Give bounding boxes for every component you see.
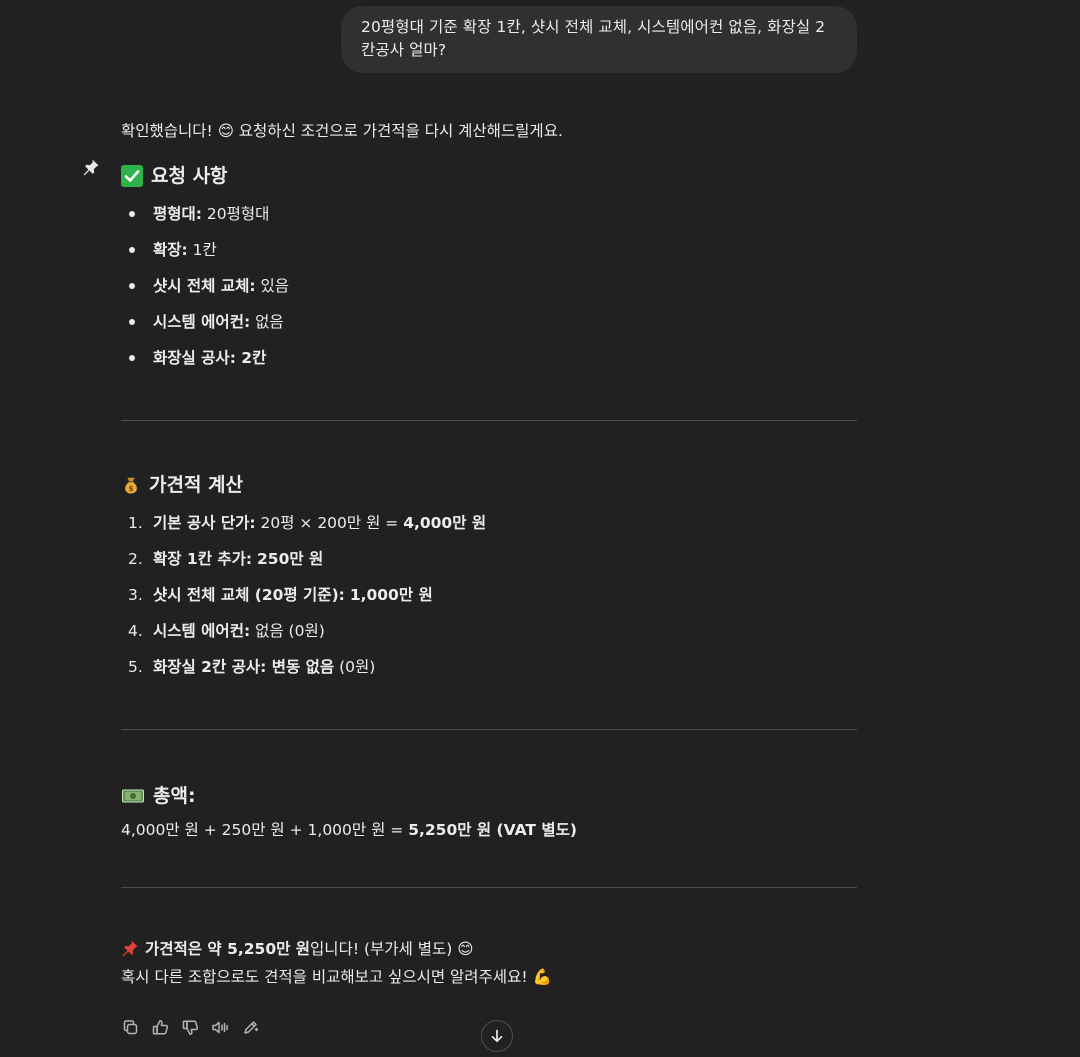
item-value: 1칸 (187, 241, 217, 259)
item-number: 2. (128, 550, 143, 568)
item-label: 시스템 에어컨: (153, 622, 251, 640)
estimate-heading: $ 가견적 계산 (121, 471, 857, 499)
closing-rest: 입니다! (부가세 별도) 😊 (310, 940, 474, 958)
list-item: 5. 화장실 2칸 공사: 변동 없음 (0원) (121, 649, 857, 685)
list-item: 시스템 에어컨: 없음 (121, 304, 857, 340)
money-bag-icon: $ (125, 477, 137, 494)
speaker-icon (212, 1021, 228, 1033)
list-item: 1. 기본 공사 단가: 20평 × 200만 원 = 4,000만 원 (121, 505, 857, 541)
thumbs-down-icon (182, 1019, 198, 1035)
item-label: 확장: (153, 241, 188, 259)
item-number: 4. (128, 622, 143, 640)
list-item: 3. 샷시 전체 교체 (20평 기준): 1,000만 원 (121, 577, 857, 613)
arrow-down-icon (491, 1029, 503, 1043)
item-amount: 4,000만 원 (403, 514, 487, 532)
item-label: 화장실 공사: (153, 349, 236, 367)
item-label: 확장 1칸 추가: (153, 550, 253, 568)
scroll-down-button[interactable] (481, 1020, 513, 1052)
item-value: 2칸 (235, 349, 267, 367)
total-heading-text: 총액: (153, 785, 196, 807)
list-item: 확장: 1칸 (121, 232, 857, 268)
item-value: 없음 (250, 313, 284, 331)
total-amount: 5,250만 원 (VAT 별도) (408, 821, 577, 839)
list-item: 화장실 공사: 2칸 (121, 340, 857, 376)
assistant-message: 확인했습니다! 😊 요청하신 조건으로 가견적을 다시 계산해드릴게요. 요청 … (121, 116, 857, 991)
item-value: 있음 (255, 277, 290, 295)
total-heading: 총액: (121, 782, 857, 810)
user-message-text: 20평형대 기준 확장 1칸, 샷시 전체 교체, 시스템에어컨 없음, 화장실… (361, 18, 826, 59)
item-value: 20평 × 200만 원 = (255, 514, 404, 532)
pushpin-icon (83, 159, 99, 176)
total-formula: 4,000만 원 + 250만 원 + 1,000만 원 = (121, 821, 409, 839)
item-value: 없음 (0원) (250, 622, 325, 640)
pushpin-icon (122, 940, 138, 957)
svg-text:$: $ (128, 484, 133, 493)
item-tail: (0원) (334, 658, 376, 676)
copy-button[interactable] (121, 1018, 139, 1036)
item-number: 5. (128, 658, 143, 676)
item-label: 화장실 2칸 공사: (153, 658, 267, 676)
list-item: 2. 확장 1칸 추가: 250만 원 (121, 541, 857, 577)
requirements-heading-text: 요청 사항 (151, 165, 228, 187)
item-value: 변동 없음 (266, 658, 335, 676)
item-label: 샷시 전체 교체: (153, 277, 256, 295)
item-label: 기본 공사 단가: (153, 514, 256, 532)
user-message-bubble: 20평형대 기준 확장 1칸, 샷시 전체 교체, 시스템에어컨 없음, 화장실… (341, 6, 857, 73)
intro-text: 확인했습니다! 😊 요청하신 조건으로 가견적을 다시 계산해드릴게요. (121, 122, 563, 140)
list-item: 샷시 전체 교체: 있음 (121, 268, 857, 304)
item-number: 1. (128, 514, 143, 532)
banknote-icon (122, 789, 144, 803)
item-label: 시스템 에어컨: (153, 313, 251, 331)
requirements-list: 평형대: 20평형대 확장: 1칸 샷시 전체 교체: 있음 시스템 에어컨: … (121, 196, 857, 376)
estimate-list: 1. 기본 공사 단가: 20평 × 200만 원 = 4,000만 원 2. 확장… (121, 505, 857, 685)
item-label: 평형대: (153, 205, 202, 223)
chat-page: 20평형대 기준 확장 1칸, 샷시 전체 교체, 시스템에어컨 없음, 화장실… (0, 0, 1080, 1057)
closing-line-1: 가견적은 약 5,250만 원입니다! (부가세 별도) 😊 (121, 935, 857, 963)
check-mark-icon (121, 165, 143, 187)
like-button[interactable] (151, 1018, 169, 1036)
list-item: 평형대: 20평형대 (121, 196, 857, 232)
list-item: 4. 시스템 에어컨: 없음 (0원) (121, 613, 857, 649)
edit-icon (243, 1020, 258, 1034)
closing-line-2: 혹시 다른 조합으로도 견적을 비교해보고 싶으시면 알려주세요! 💪 (121, 968, 552, 986)
copy-icon (123, 1019, 137, 1034)
item-amount: 250만 원 (257, 550, 324, 568)
edit-button[interactable] (241, 1018, 259, 1036)
total-line: 4,000만 원 + 250만 원 + 1,000만 원 = 5,250만 원 … (121, 816, 857, 844)
requirements-heading: 요청 사항 (121, 162, 857, 190)
message-actions (121, 1018, 259, 1036)
item-label: 샷시 전체 교체 (20평 기준): (153, 586, 345, 604)
estimate-heading-text: 가견적 계산 (149, 474, 244, 496)
closing-amount: 가견적은 약 5,250만 원 (145, 940, 311, 958)
item-number: 3. (128, 586, 143, 604)
dislike-button[interactable] (181, 1018, 199, 1036)
item-amount: 1,000만 원 (349, 586, 433, 604)
thumbs-up-icon (152, 1019, 168, 1035)
read-aloud-button[interactable] (211, 1018, 229, 1036)
item-value: 20평형대 (201, 205, 270, 223)
